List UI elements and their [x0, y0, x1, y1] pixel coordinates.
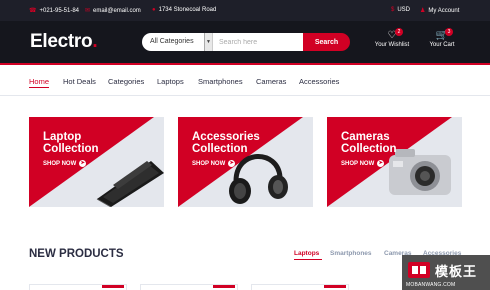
product-card[interactable]: [140, 284, 238, 290]
collection-title-line2: Collection: [192, 143, 248, 155]
nav-item-hot-deals[interactable]: Hot Deals: [63, 77, 96, 86]
shop-now-label: SHOP NOW: [43, 160, 77, 167]
collection-card-laptop[interactable]: Laptop Collection SHOP NOW ➤: [29, 117, 164, 207]
nav-item-home[interactable]: Home: [29, 77, 49, 86]
wishlist-label: Your Wishlist: [374, 42, 410, 48]
collection-card-cameras[interactable]: Cameras Collection SHOP NOW ➤: [327, 117, 462, 207]
watermark: 模板王 MOBANWANG.COM: [402, 255, 490, 290]
shop-now-link[interactable]: SHOP NOW ➤: [43, 160, 87, 167]
shop-now-link[interactable]: SHOP NOW ➤: [192, 160, 236, 167]
cart-count-badge: 3: [445, 28, 453, 36]
chevron-down-icon: ▼: [204, 33, 212, 51]
cart-icon: 🛒 3: [420, 28, 464, 42]
main-nav: Home Hot Deals Categories Laptops Smartp…: [0, 63, 490, 96]
tab-active-underline: [294, 259, 322, 260]
search-form: All Categories ▼ Search: [142, 33, 350, 51]
collection-title-line1: Cameras: [341, 131, 390, 143]
account-text: My Account: [428, 7, 460, 14]
arrow-right-icon: ➤: [228, 160, 236, 167]
logo[interactable]: Electro.: [30, 31, 98, 53]
tab-smartphones[interactable]: Smartphones: [330, 250, 372, 257]
currency-text: USD: [397, 7, 411, 13]
phone-text: +021-95-51-84: [39, 7, 80, 14]
product-label-tag: [213, 285, 235, 288]
shop-now-link[interactable]: SHOP NOW ➤: [341, 160, 385, 167]
laptop-image: [96, 161, 164, 207]
header: Electro. All Categories ▼ Search ♡2 Your…: [0, 21, 490, 63]
collection-title-line1: Accessories: [192, 131, 260, 143]
shop-now-label: SHOP NOW: [192, 160, 226, 167]
phone-link[interactable]: ☎ +021-95-51-84: [29, 7, 80, 15]
envelope-icon: ✉: [85, 8, 91, 14]
collection-title-line2: Collection: [43, 143, 99, 155]
product-card[interactable]: [251, 284, 349, 290]
category-select-value: All Categories: [150, 38, 194, 45]
tab-laptops[interactable]: Laptops: [294, 250, 319, 257]
cart-link[interactable]: 🛒 3 Your Cart: [420, 28, 464, 48]
account-link[interactable]: ♟ My Account: [420, 7, 460, 15]
dollar-icon: $: [391, 7, 395, 13]
search-button[interactable]: Search: [303, 33, 350, 51]
phone-icon: ☎: [29, 8, 37, 14]
address-text: 1734 Stonecoal Road: [158, 7, 217, 13]
product-label-tag: [102, 285, 124, 288]
product-label-tag: [324, 285, 346, 288]
nav-item-cameras[interactable]: Cameras: [256, 77, 286, 86]
heart-icon: ♡ 2: [370, 28, 414, 42]
collection-title: Cameras Collection: [341, 131, 397, 155]
logo-dot: .: [92, 31, 98, 52]
collection-title-line1: Laptop: [43, 131, 82, 143]
search-input[interactable]: [212, 33, 303, 51]
nav-item-accessories[interactable]: Accessories: [299, 77, 339, 86]
new-products-title: NEW PRODUCTS: [29, 248, 124, 260]
watermark-cn-text: 模板王: [435, 264, 478, 279]
collection-title: Accessories Collection: [192, 131, 260, 155]
user-icon: ♟: [420, 8, 426, 14]
product-card[interactable]: [29, 284, 127, 290]
collection-card-accessories[interactable]: Accessories Collection SHOP NOW ➤: [178, 117, 313, 207]
watermark-url: MOBANWANG.COM: [406, 282, 456, 288]
top-bar: ☎ +021-95-51-84 ✉ email@email.com ● 1734…: [0, 0, 490, 21]
nav-item-smartphones[interactable]: Smartphones: [198, 77, 243, 86]
shop-now-label: SHOP NOW: [341, 160, 375, 167]
nav-item-laptops[interactable]: Laptops: [157, 77, 184, 86]
logo-text: Electro: [30, 31, 93, 52]
address-link[interactable]: ● 1734 Stonecoal Road: [152, 7, 216, 13]
nav-item-categories[interactable]: Categories: [108, 77, 144, 86]
watermark-logo-icon: [408, 262, 430, 278]
arrow-right-icon: ➤: [79, 160, 87, 167]
collection-title: Laptop Collection: [43, 131, 99, 155]
wishlist-link[interactable]: ♡ 2 Your Wishlist: [370, 28, 414, 48]
currency-link[interactable]: $ USD: [391, 7, 410, 13]
email-text: email@email.com: [93, 7, 141, 14]
cart-label: Your Cart: [429, 42, 455, 48]
wishlist-count-badge: 2: [395, 28, 403, 36]
map-marker-icon: ●: [152, 7, 156, 13]
collection-title-line2: Collection: [341, 143, 397, 155]
email-link[interactable]: ✉ email@email.com: [85, 7, 141, 15]
category-select[interactable]: All Categories ▼: [142, 33, 212, 51]
nav-active-underline: [29, 87, 49, 88]
arrow-right-icon: ➤: [377, 160, 385, 167]
